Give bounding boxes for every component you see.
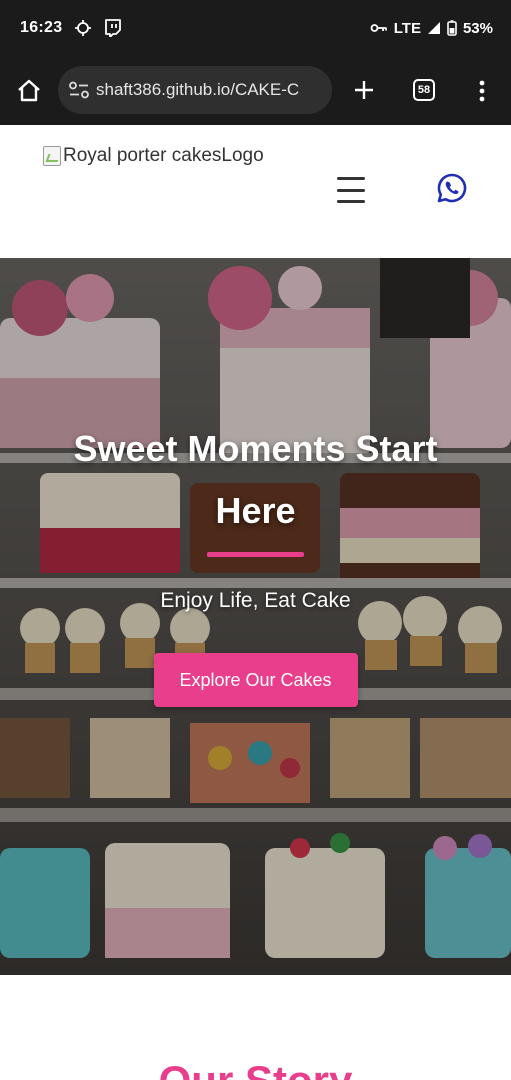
more-vertical-icon (479, 80, 485, 102)
site-logo[interactable]: Royal porter cakesLogo (43, 145, 264, 167)
home-icon (18, 79, 40, 102)
menu-toggle-button[interactable] (337, 177, 365, 203)
site-settings-icon[interactable] (66, 81, 92, 99)
network-type: LTE (393, 19, 421, 37)
home-button[interactable] (14, 76, 44, 106)
hero-divider (207, 552, 304, 557)
hero-section: Sweet Moments Start Here Enjoy Life, Eat… (0, 258, 511, 975)
overflow-menu-button[interactable] (470, 76, 494, 106)
hamburger-line (337, 177, 365, 180)
status-left: 16:23 (20, 19, 122, 37)
tab-switcher-button[interactable]: 58 (413, 79, 435, 101)
hamburger-line (337, 200, 365, 203)
hero-title: Sweet Moments Start Here (73, 428, 438, 531)
url-text: shaft386.github.io/CAKE-C (96, 80, 300, 99)
signal-strength-icon (427, 21, 441, 35)
crosshair-notification-icon (74, 19, 92, 37)
whatsapp-icon (437, 173, 467, 203)
explore-cakes-button[interactable]: Explore Our Cakes (153, 653, 358, 707)
plus-icon (355, 81, 373, 99)
status-time: 16:23 (20, 19, 63, 36)
story-title: Our Story (0, 1057, 511, 1080)
address-bar[interactable]: shaft386.github.io/CAKE-C (58, 66, 332, 114)
hero-subtitle: Enjoy Life, Eat Cake (160, 589, 351, 612)
hamburger-line (337, 188, 365, 192)
broken-image-icon (43, 146, 61, 166)
status-right: LTE 53% (370, 20, 493, 37)
battery-percent: 53% (462, 19, 493, 37)
vpn-key-icon (370, 22, 388, 34)
site-header: Royal porter cakesLogo (0, 125, 511, 258)
twitch-notification-icon (104, 19, 122, 37)
new-tab-button[interactable] (350, 76, 378, 104)
battery-icon (447, 20, 457, 36)
story-section: Our Story (0, 975, 511, 1080)
logo-alt-text: Royal porter cakesLogo (63, 145, 264, 166)
status-bar: 16:23 LTE 53% (0, 0, 511, 56)
whatsapp-link[interactable] (436, 172, 468, 204)
hero-content: Sweet Moments Start Here Enjoy Life, Eat… (0, 418, 511, 707)
